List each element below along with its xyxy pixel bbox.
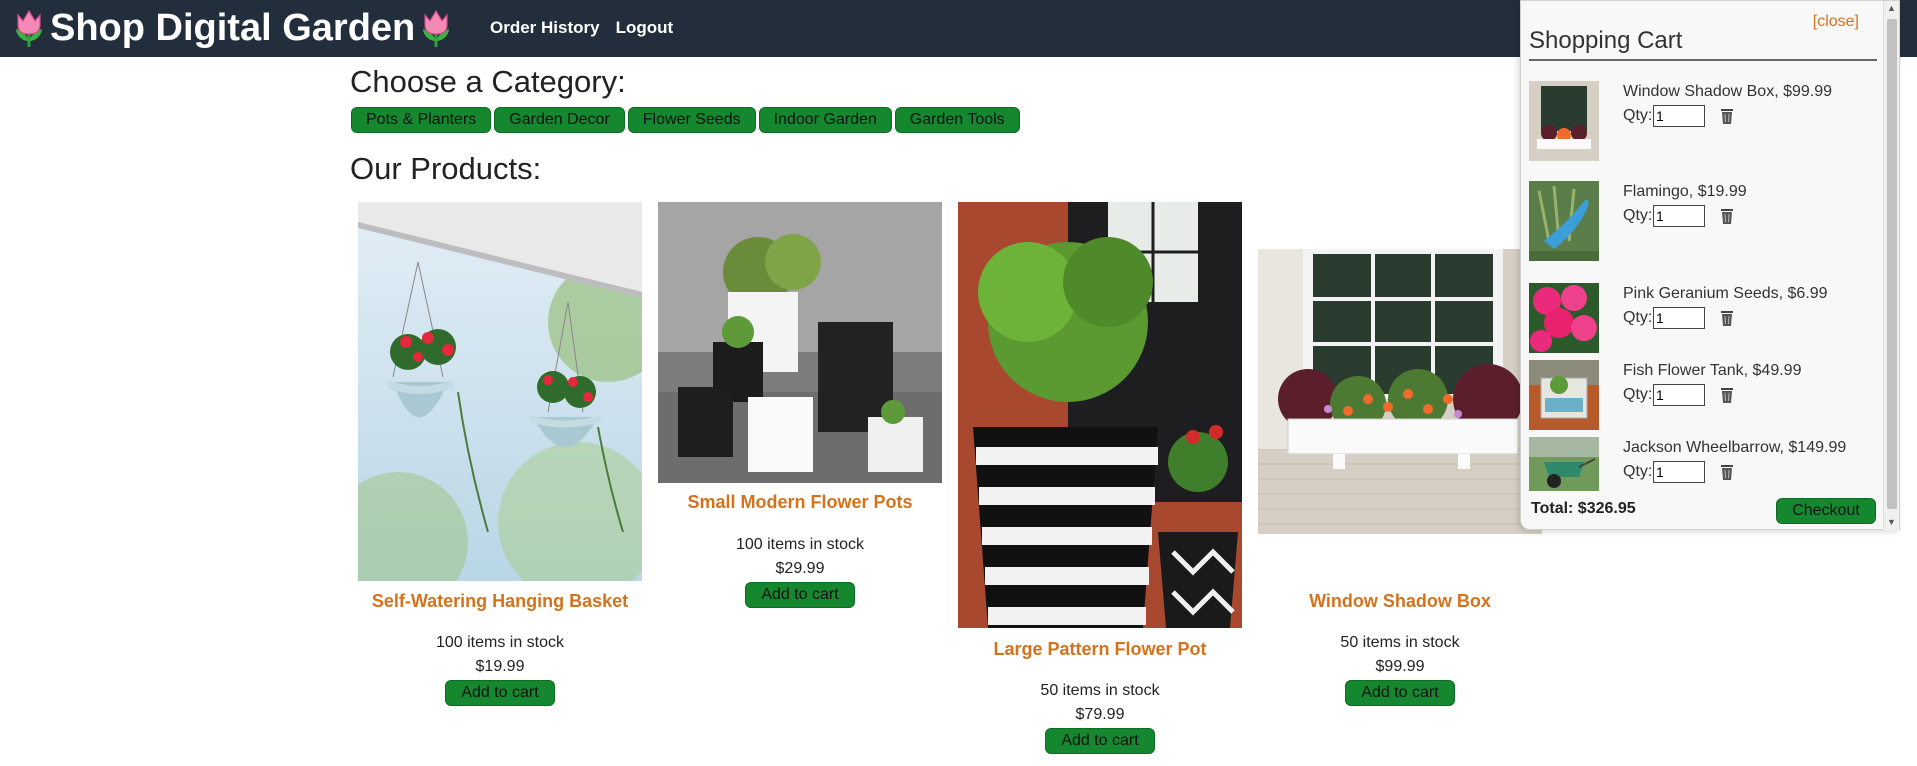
product-name[interactable]: Small Modern Flower Pots: [650, 492, 950, 513]
trash-icon[interactable]: [1717, 462, 1737, 482]
cart-item-thumbnail: [1529, 437, 1599, 491]
product-stock: 100 items in stock: [435, 634, 565, 651]
cart-item-name: Jackson Wheelbarrow, $149.99: [1623, 439, 1847, 456]
product-card: Window Shadow Box 50 items in stock $99.…: [1250, 0, 1550, 766]
product-stock: 50 items in stock: [1040, 682, 1160, 699]
cart-item-name: Flamingo, $19.99: [1623, 183, 1747, 200]
cart-qty-input[interactable]: [1653, 384, 1705, 406]
cart-qty-input[interactable]: [1653, 105, 1705, 127]
product-name[interactable]: Window Shadow Box: [1250, 591, 1550, 612]
add-to-cart-button[interactable]: Add to cart: [445, 680, 555, 706]
cart-item-name: Window Shadow Box, $99.99: [1623, 83, 1833, 100]
product-image-pattern-pot[interactable]: [958, 202, 1242, 628]
scroll-up-arrow-icon[interactable]: ▲: [1887, 3, 1896, 13]
cart-qty-label: Qty:: [1623, 207, 1653, 224]
product-name[interactable]: Self-Watering Hanging Basket: [350, 591, 650, 612]
product-image-modern-pots[interactable]: [658, 202, 942, 483]
cart-item-name: Pink Geranium Seeds, $6.99: [1623, 285, 1828, 302]
cart-item: Flamingo, $19.99 Qty:: [1529, 181, 1879, 261]
cart-qty-input[interactable]: [1653, 461, 1705, 483]
cart-item-thumbnail: [1529, 283, 1599, 363]
product-price: $79.99: [1075, 706, 1125, 723]
scroll-thumb[interactable]: [1887, 19, 1897, 509]
trash-icon[interactable]: [1717, 206, 1737, 226]
cart-qty-input[interactable]: [1653, 205, 1705, 227]
cart-qty-label: Qty:: [1623, 309, 1653, 326]
scroll-down-arrow-icon[interactable]: ▼: [1887, 517, 1896, 527]
cart-item-thumbnail: [1529, 360, 1599, 440]
product-stock: 100 items in stock: [735, 536, 865, 553]
checkout-button[interactable]: Checkout: [1776, 498, 1876, 524]
trash-icon[interactable]: [1717, 385, 1737, 405]
product-price: $99.99: [1375, 658, 1425, 675]
add-to-cart-button[interactable]: Add to cart: [745, 582, 855, 608]
product-card: Large Pattern Flower Pot 50 items in sto…: [950, 0, 1250, 766]
product-card: Small Modern Flower Pots 100 items in st…: [650, 0, 950, 766]
cart-item: Pink Geranium Seeds, $6.99 Qty:: [1529, 283, 1879, 363]
trash-icon[interactable]: [1717, 106, 1737, 126]
tulip-icon: [16, 9, 42, 47]
cart-title: Shopping Cart: [1529, 27, 1877, 61]
cart-item-name: Fish Flower Tank, $49.99: [1623, 362, 1802, 379]
cart-item-thumbnail: [1529, 81, 1599, 161]
cart-item-thumbnail: [1529, 181, 1599, 261]
add-to-cart-button[interactable]: Add to cart: [1345, 680, 1455, 706]
trash-icon[interactable]: [1717, 308, 1737, 328]
product-price: $29.99: [775, 560, 825, 577]
cart-item: Fish Flower Tank, $49.99 Qty:: [1529, 360, 1879, 440]
product-name[interactable]: Large Pattern Flower Pot: [950, 639, 1250, 660]
cart-qty-label: Qty:: [1623, 107, 1653, 124]
cart-scrollbar[interactable]: ▲ ▼: [1883, 1, 1899, 531]
add-to-cart-button[interactable]: Add to cart: [1045, 728, 1155, 754]
cart-qty-label: Qty:: [1623, 386, 1653, 403]
product-price: $19.99: [475, 658, 525, 675]
product-image-window-box[interactable]: [1258, 249, 1542, 534]
cart-item: Window Shadow Box, $99.99 Qty:: [1529, 81, 1879, 161]
cart-qty-label: Qty:: [1623, 463, 1653, 480]
cart-qty-input[interactable]: [1653, 307, 1705, 329]
product-image-hanging-basket[interactable]: [358, 202, 642, 581]
shopping-cart-panel: [close] Shopping Cart Window Shadow Box,…: [1520, 0, 1900, 531]
cart-total: Total: $326.95: [1531, 500, 1636, 517]
product-stock: 50 items in stock: [1340, 634, 1460, 651]
product-card: Self-Watering Hanging Basket 100 items i…: [350, 0, 650, 766]
